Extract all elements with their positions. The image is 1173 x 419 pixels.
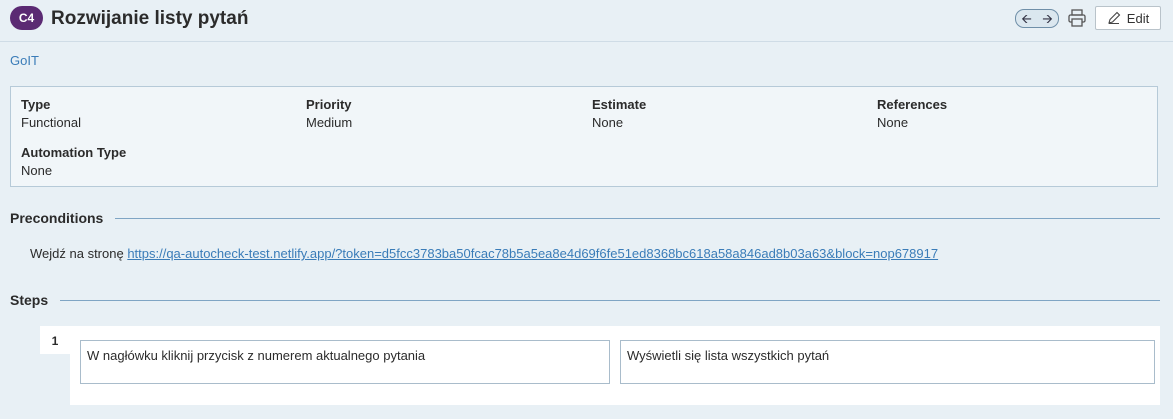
case-navigation[interactable]: 🡨 🡪 [1015, 9, 1059, 28]
printer-icon [1068, 9, 1086, 27]
project-breadcrumb-link[interactable]: GoIT [10, 53, 39, 68]
field-references-label: References [877, 97, 948, 112]
step-action: W nagłówku kliknij przycisk z numerem ak… [80, 340, 610, 384]
preconditions-title: Preconditions [10, 210, 104, 226]
preconditions-heading: Preconditions [10, 208, 1160, 228]
field-type-value: Functional [21, 115, 81, 130]
step-expected-result: Wyświetli się lista wszystkich pytań [620, 340, 1155, 384]
preconditions-text: Wejdź na stronę [30, 246, 128, 261]
field-type: Type Functional [21, 97, 81, 130]
edit-label: Edit [1126, 10, 1150, 26]
field-estimate-label: Estimate [592, 97, 647, 112]
field-automation-type: Automation Type None [21, 145, 126, 178]
steps-heading: Steps [10, 290, 1160, 310]
arrow-left-icon[interactable]: 🡨 [1021, 10, 1032, 27]
section-divider [115, 217, 1160, 219]
field-references: References None [877, 97, 947, 130]
preconditions-link[interactable]: https://qa-autocheck-test.netlify.app/?t… [127, 246, 938, 261]
field-estimate-value: None [592, 115, 624, 130]
case-id-badge: C4 [10, 6, 43, 30]
field-priority: Priority Medium [306, 97, 352, 130]
arrow-right-icon[interactable]: 🡪 [1042, 10, 1053, 27]
preconditions-content: Wejdź na stronę https://qa-autocheck-tes… [30, 246, 938, 261]
case-header: C4 Rozwijanie listy pytań 🡨 🡪 Edit [0, 0, 1173, 42]
edit-button[interactable]: Edit [1095, 6, 1161, 30]
field-priority-label: Priority [306, 97, 352, 112]
step-number: 1 [40, 326, 70, 354]
field-automation-type-label: Automation Type [21, 145, 127, 160]
field-priority-value: Medium [306, 115, 353, 130]
steps-title: Steps [10, 292, 49, 308]
case-fields-panel: Type Functional Priority Medium Estimate… [10, 86, 1158, 187]
field-references-value: None [877, 115, 909, 130]
field-estimate: Estimate None [592, 97, 646, 130]
field-type-label: Type [21, 97, 51, 112]
pencil-icon [1107, 11, 1121, 24]
case-title: Rozwijanie listy pytań [51, 8, 249, 29]
section-divider [60, 299, 1160, 301]
step-row: W nagłówku kliknij przycisk z numerem ak… [70, 326, 1160, 405]
field-automation-type-value: None [21, 163, 53, 178]
print-button[interactable] [1067, 8, 1087, 28]
